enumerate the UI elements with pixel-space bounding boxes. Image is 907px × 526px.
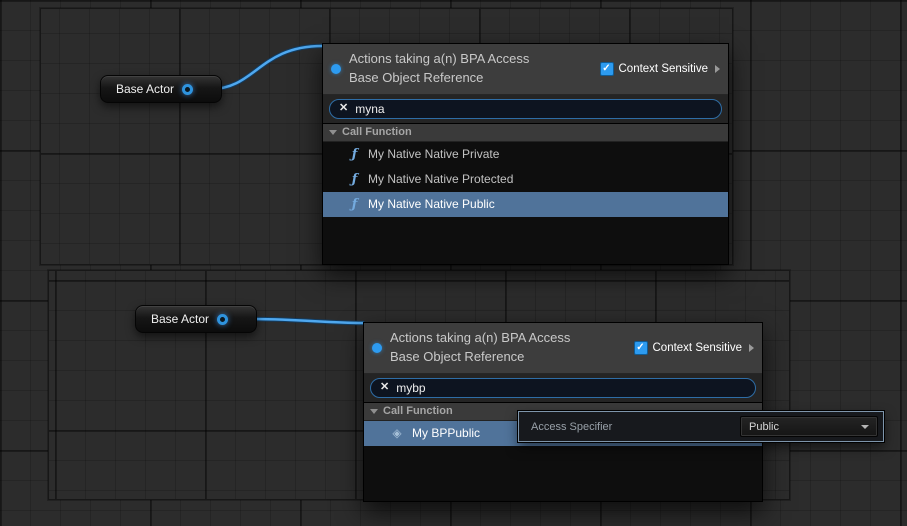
menu-item-public-selected[interactable]: ƒ My Native Native Public bbox=[323, 192, 728, 217]
clear-search-icon[interactable]: ✕ bbox=[380, 382, 389, 393]
chevron-down-icon bbox=[861, 425, 869, 429]
menu-title-line1: Actions taking a(n) BPA Access bbox=[349, 50, 592, 69]
menu-title: Actions taking a(n) BPA Access Base Obje… bbox=[349, 50, 592, 88]
context-action-menu-1: Actions taking a(n) BPA Access Base Obje… bbox=[322, 43, 729, 265]
category-label: Call Function bbox=[383, 405, 453, 417]
context-sensitive-checkbox[interactable]: ✓ bbox=[600, 62, 614, 76]
menu-title-line1: Actions taking a(n) BPA Access bbox=[390, 329, 626, 348]
node-title: Base Actor bbox=[116, 82, 174, 96]
menu-item-label: My BPPublic bbox=[412, 426, 480, 440]
context-sensitive-label[interactable]: Context Sensitive bbox=[619, 63, 709, 75]
check-icon: ✓ bbox=[602, 63, 610, 74]
clear-search-icon[interactable]: ✕ bbox=[339, 103, 348, 114]
function-list: ƒ My Native Native Private ƒ My Native N… bbox=[323, 142, 728, 264]
search-input[interactable] bbox=[396, 380, 746, 396]
menu-item-private[interactable]: ƒ My Native Native Private bbox=[323, 142, 728, 167]
menu-title-line2: Base Object Reference bbox=[390, 348, 626, 367]
node-title: Base Actor bbox=[151, 312, 209, 326]
object-reference-icon bbox=[372, 343, 382, 353]
search-input[interactable] bbox=[355, 101, 712, 117]
context-sensitive-checkbox[interactable]: ✓ bbox=[634, 341, 648, 355]
function-icon: ƒ bbox=[350, 172, 359, 187]
search-box[interactable]: ✕ bbox=[370, 378, 756, 398]
function-icon: ƒ bbox=[350, 197, 359, 212]
search-box[interactable]: ✕ bbox=[329, 99, 722, 119]
access-specifier-dropdown[interactable]: Public bbox=[740, 416, 878, 437]
node-base-actor-2[interactable]: Base Actor bbox=[135, 305, 257, 333]
object-output-pin[interactable] bbox=[217, 314, 228, 325]
category-call-function[interactable]: Call Function bbox=[323, 124, 728, 142]
search-row: ✕ bbox=[364, 374, 762, 403]
check-icon: ✓ bbox=[636, 342, 644, 353]
blueprint-graph-canvas[interactable]: Base Actor Base Actor Actions taking a(n… bbox=[0, 0, 907, 526]
blueprint-function-icon: ◈ bbox=[391, 426, 403, 440]
context-sensitive-group: ✓ Context Sensitive bbox=[600, 62, 721, 76]
context-sensitive-group: ✓ Context Sensitive bbox=[634, 341, 755, 355]
access-specifier-label: Access Specifier bbox=[519, 421, 740, 433]
category-label: Call Function bbox=[342, 126, 412, 138]
menu-item-protected[interactable]: ƒ My Native Native Protected bbox=[323, 167, 728, 192]
menu-item-label: My Native Native Public bbox=[368, 197, 495, 211]
node-base-actor-1[interactable]: Base Actor bbox=[100, 75, 222, 103]
chevron-right-icon[interactable] bbox=[749, 344, 754, 352]
chevron-right-icon[interactable] bbox=[715, 65, 720, 73]
menu-item-label: My Native Native Protected bbox=[368, 172, 513, 186]
object-output-pin[interactable] bbox=[182, 84, 193, 95]
menu-header: Actions taking a(n) BPA Access Base Obje… bbox=[323, 44, 728, 95]
function-icon: ƒ bbox=[350, 147, 359, 162]
object-reference-icon bbox=[331, 64, 341, 74]
search-row: ✕ bbox=[323, 95, 728, 124]
menu-item-label: My Native Native Private bbox=[368, 147, 499, 161]
menu-title: Actions taking a(n) BPA Access Base Obje… bbox=[390, 329, 626, 367]
menu-title-line2: Base Object Reference bbox=[349, 69, 592, 88]
dropdown-value: Public bbox=[749, 421, 779, 433]
collapse-triangle-icon bbox=[370, 409, 378, 414]
collapse-triangle-icon bbox=[329, 130, 337, 135]
menu-header: Actions taking a(n) BPA Access Base Obje… bbox=[364, 323, 762, 374]
context-sensitive-label[interactable]: Context Sensitive bbox=[653, 342, 743, 354]
access-specifier-panel: Access Specifier Public bbox=[518, 411, 884, 442]
